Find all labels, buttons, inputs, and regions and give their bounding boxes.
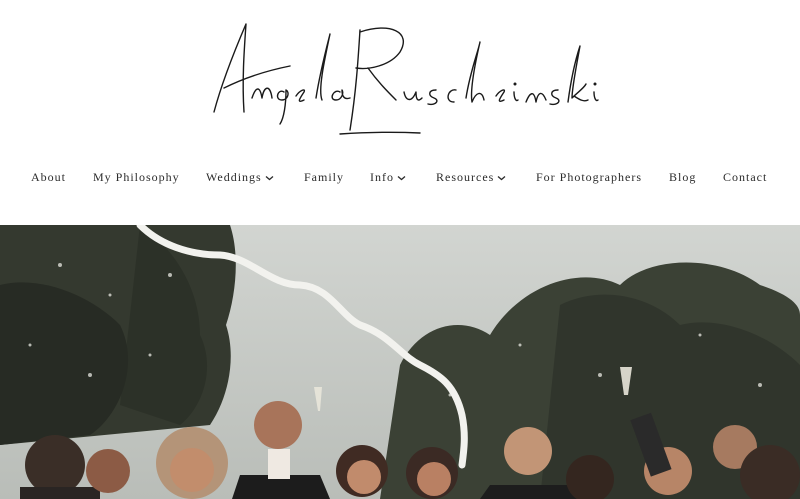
nav-item-label: Family xyxy=(304,170,345,184)
nav-item-for-photographers[interactable]: For Photographers xyxy=(536,168,642,186)
nav-item-label: Info xyxy=(370,170,394,184)
nav-item-label: For Photographers xyxy=(536,170,642,184)
nav-item-contact[interactable]: Contact xyxy=(723,168,767,186)
nav-item-weddings[interactable]: Weddings xyxy=(206,168,274,186)
site-header: About My Philosophy Weddings Family Info… xyxy=(0,0,800,225)
chevron-down-icon xyxy=(265,176,274,181)
nav-item-label: Contact xyxy=(723,170,768,184)
hero-image xyxy=(0,225,800,499)
nav-item-info[interactable]: Info xyxy=(370,168,406,186)
nav-item-label: Weddings xyxy=(206,170,262,184)
nav-item-label: About xyxy=(31,170,66,184)
chevron-down-icon xyxy=(397,176,406,181)
nav-item-my-philosophy[interactable]: My Philosophy xyxy=(93,168,180,186)
nav-item-label: Resources xyxy=(436,170,495,184)
nav-item-resources[interactable]: Resources xyxy=(436,168,506,186)
nav-item-family[interactable]: Family xyxy=(304,168,344,186)
nav-item-label: Blog xyxy=(669,170,697,184)
chevron-down-icon xyxy=(497,176,506,181)
nav-item-blog[interactable]: Blog xyxy=(669,168,696,186)
main-nav: About My Philosophy Weddings Family Info… xyxy=(0,168,800,188)
site-logo[interactable] xyxy=(200,12,600,142)
nav-item-about[interactable]: About xyxy=(31,168,66,186)
nav-item-label: My Philosophy xyxy=(93,170,180,184)
wedding-party-photo-icon xyxy=(0,225,800,499)
